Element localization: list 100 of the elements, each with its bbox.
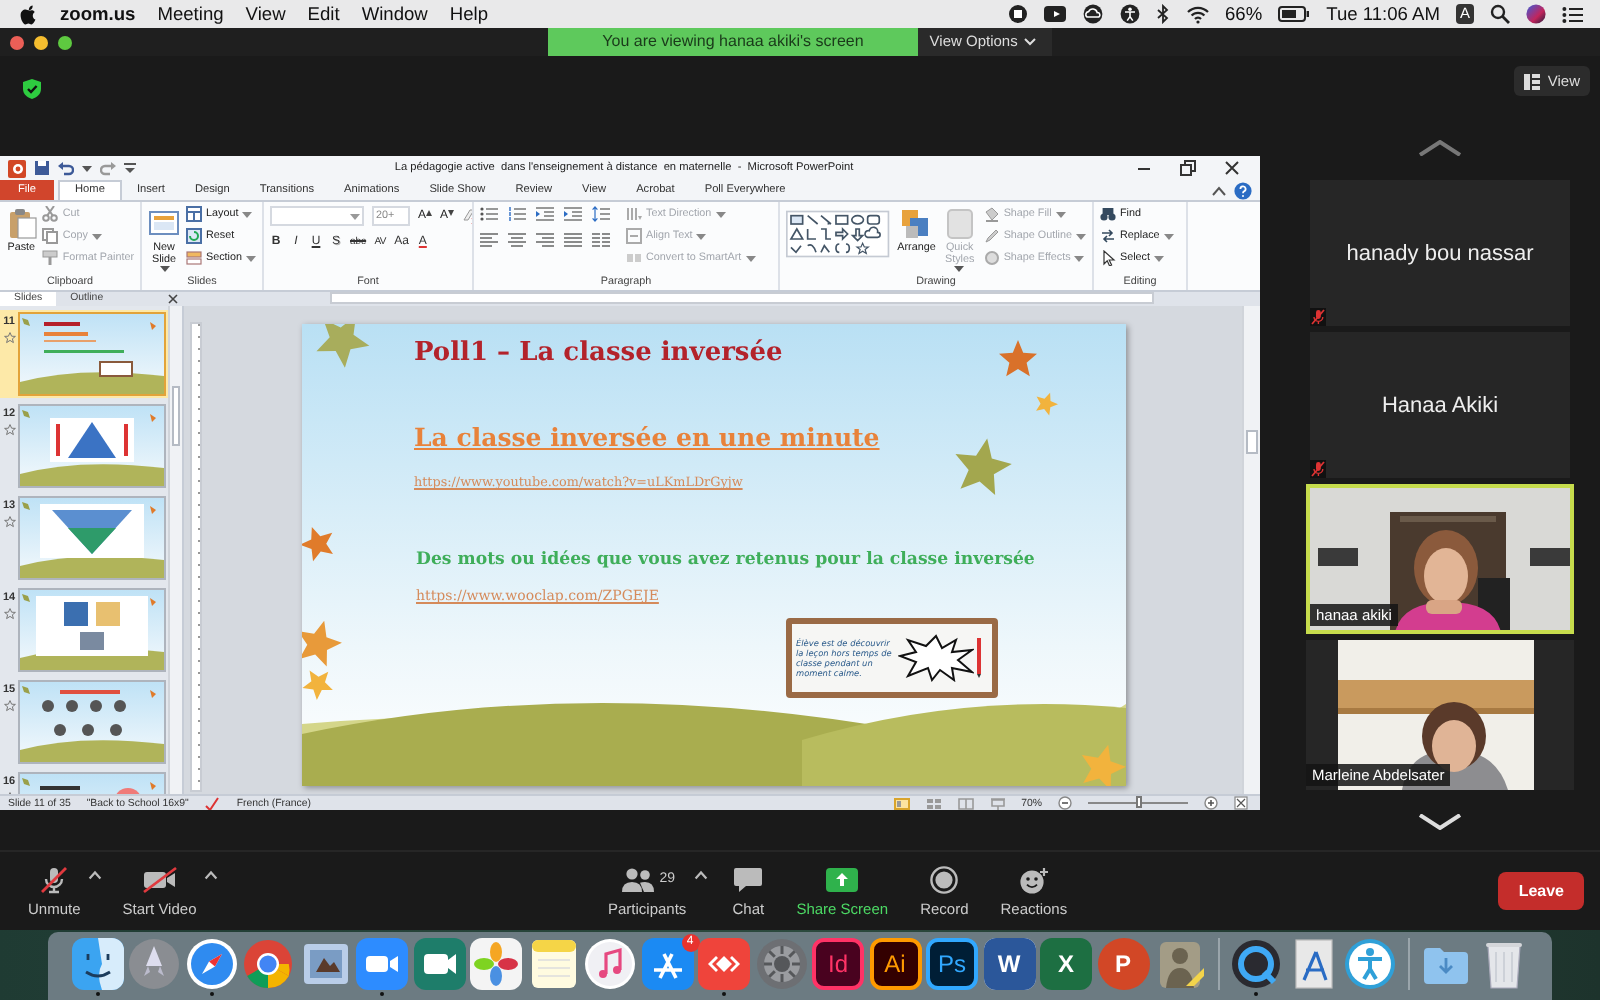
clipboard-icon — [5, 208, 38, 240]
cursor-icon — [1100, 250, 1116, 266]
star-icon[interactable] — [3, 332, 15, 344]
spelling-icon[interactable] — [204, 796, 221, 810]
leave-button[interactable]: Leave — [1498, 872, 1584, 910]
menu-item[interactable]: Help — [449, 4, 489, 24]
chevron-up-icon[interactable] — [1418, 140, 1462, 156]
window-maximize-button[interactable] — [58, 35, 72, 49]
battery-percentage: 66% — [1225, 4, 1263, 24]
app-icon[interactable] — [356, 938, 408, 990]
align-center-icon[interactable] — [508, 232, 526, 248]
outdent-icon[interactable] — [564, 206, 582, 222]
app-icon[interactable] — [71, 938, 123, 990]
caret-up-icon[interactable] — [204, 869, 219, 879]
app-icon[interactable] — [1230, 938, 1282, 990]
menu-item[interactable]: Window — [361, 4, 428, 24]
caret-up-icon[interactable] — [694, 869, 709, 879]
app-icon[interactable]: Ps — [926, 938, 978, 990]
app-icon[interactable] — [413, 938, 465, 990]
reset-icon — [186, 228, 203, 244]
star-icon[interactable] — [3, 608, 15, 620]
pen-icon — [983, 228, 1000, 244]
zoom-out-icon[interactable] — [1058, 796, 1072, 810]
scrollbar[interactable] — [1242, 306, 1260, 794]
align-right-icon[interactable] — [536, 232, 554, 248]
scrollbar[interactable] — [168, 306, 182, 794]
restore-icon[interactable] — [1180, 160, 1196, 176]
slide-thumbnail[interactable] — [18, 404, 166, 488]
quick-styles-icon — [943, 208, 976, 240]
chevron-down-icon[interactable] — [1418, 814, 1462, 830]
list-icon[interactable] — [1562, 5, 1584, 23]
align-left-icon[interactable] — [480, 232, 498, 248]
close-icon[interactable] — [1224, 160, 1240, 176]
app-icon[interactable] — [242, 938, 294, 990]
star-icon[interactable] — [3, 516, 15, 528]
columns-icon[interactable] — [592, 232, 610, 248]
app-icon[interactable] — [470, 938, 522, 990]
font-name-field[interactable] — [270, 206, 364, 226]
menu-item[interactable]: Meeting — [157, 4, 224, 24]
app-icon[interactable]: Ai — [869, 938, 921, 990]
app-icon[interactable] — [1154, 938, 1206, 990]
binoculars-icon — [1100, 206, 1116, 222]
participant-name: Hanaa Akiki — [1381, 393, 1499, 417]
app-icon[interactable] — [584, 938, 636, 990]
bluetooth-icon[interactable] — [1155, 4, 1170, 24]
fit-slide-icon[interactable] — [1234, 796, 1248, 810]
wifi-icon[interactable] — [1185, 4, 1210, 24]
participant-name: hanady bou nassar — [1346, 241, 1534, 265]
indent-icon[interactable] — [536, 206, 554, 222]
app-icon[interactable]: P — [1097, 938, 1149, 990]
battery-icon — [1278, 6, 1311, 22]
app-icon[interactable] — [527, 938, 579, 990]
redo-icon[interactable] — [100, 160, 116, 176]
save-icon[interactable] — [34, 160, 50, 176]
star-icon[interactable] — [3, 700, 15, 712]
app-icon[interactable]: X — [1040, 938, 1092, 990]
paint-bucket-icon — [983, 206, 1000, 222]
star-icon[interactable] — [3, 424, 15, 436]
slide-thumbnail[interactable] — [18, 680, 166, 764]
menu-item[interactable]: View — [245, 4, 286, 24]
orb-icon[interactable] — [1526, 4, 1546, 24]
app-icon[interactable] — [698, 938, 750, 990]
cloud-icon[interactable] — [1081, 4, 1104, 24]
app-icon[interactable] — [641, 938, 693, 990]
app-icon[interactable] — [1344, 938, 1396, 990]
apple-icon — [20, 3, 38, 25]
undo-icon[interactable] — [58, 160, 74, 176]
starburst-icon — [898, 634, 974, 682]
slider-handle[interactable] — [1135, 796, 1141, 808]
menu-item[interactable]: Edit — [307, 4, 340, 24]
text-direction-icon — [626, 206, 642, 222]
close-icon[interactable] — [168, 294, 178, 304]
down-triangle-icon — [448, 210, 455, 216]
slide-thumbnail[interactable] — [18, 496, 166, 580]
shield-icon[interactable] — [22, 78, 42, 100]
stop-icon[interactable] — [1007, 4, 1028, 24]
shape-gallery[interactable] — [786, 206, 890, 262]
window-minimize-button[interactable] — [34, 35, 48, 49]
collapse-ribbon-icon[interactable] — [1212, 185, 1226, 195]
justify-icon[interactable] — [564, 232, 582, 248]
app-icon[interactable] — [185, 938, 237, 990]
slide-thumbnail[interactable] — [18, 312, 166, 396]
slide-thumbnail[interactable] — [18, 588, 166, 672]
window-close-button[interactable] — [10, 35, 24, 49]
app-icon[interactable]: Id — [812, 938, 864, 990]
app-icon[interactable]: W — [983, 938, 1035, 990]
up-triangle-icon — [426, 210, 433, 216]
customize-icon[interactable] — [124, 162, 136, 174]
layout-icon — [186, 206, 203, 222]
bullet-list-icon[interactable] — [480, 206, 498, 222]
app-name[interactable]: zoom.us — [60, 4, 136, 24]
help-icon[interactable] — [1234, 181, 1252, 199]
accessibility-icon[interactable] — [1119, 4, 1140, 24]
line-spacing-icon[interactable] — [592, 206, 610, 222]
clock[interactable]: Tue 11:06 AM — [1326, 4, 1440, 24]
numbered-list-icon[interactable] — [508, 206, 526, 222]
caret-up-icon[interactable] — [88, 869, 103, 879]
app-icon[interactable] — [299, 938, 351, 990]
search-icon[interactable] — [1490, 4, 1510, 24]
zoom-in-icon[interactable] — [1204, 796, 1218, 810]
